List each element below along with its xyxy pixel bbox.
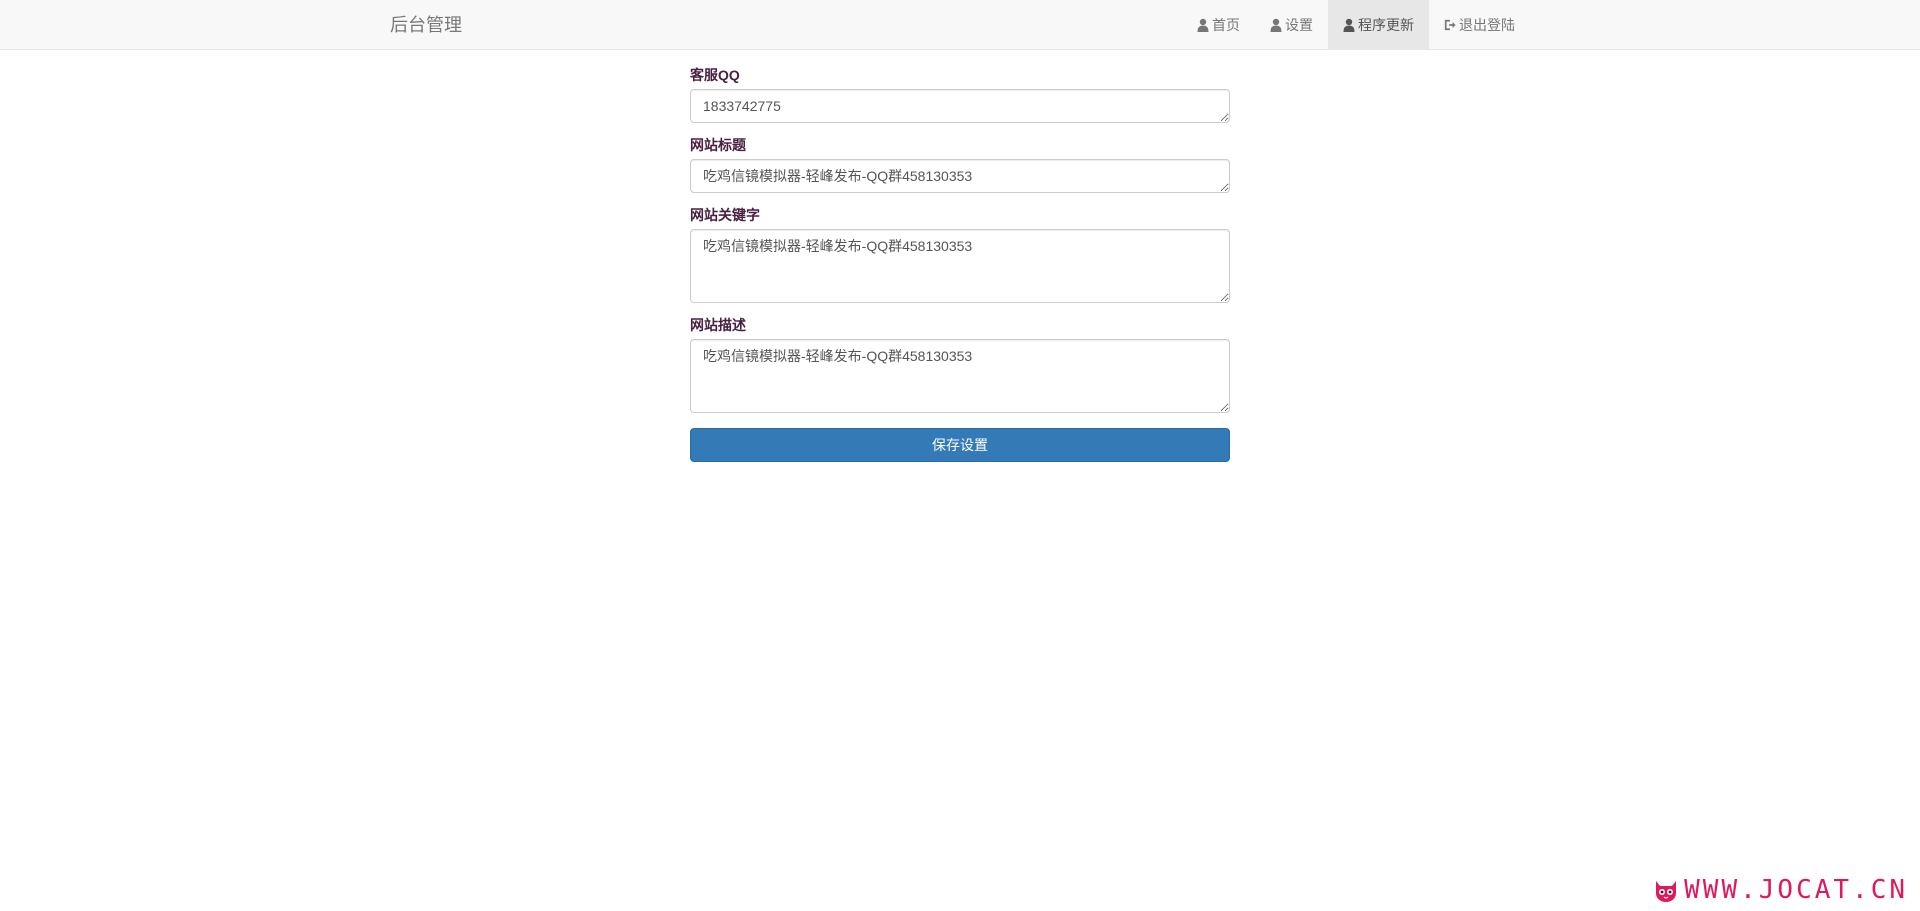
- watermark: WWW.JOCAT.CN: [1652, 875, 1908, 905]
- watermark-text: WWW.JOCAT.CN: [1684, 875, 1908, 905]
- site-title-label: 网站标题: [690, 137, 746, 153]
- form-group-description: 网站描述 吃鸡信镜模拟器-轻峰发布-QQ群458130353: [690, 318, 1230, 413]
- nav-item-update[interactable]: 程序更新: [1328, 0, 1429, 50]
- form-group-title: 网站标题 吃鸡信镜模拟器-轻峰发布-QQ群458130353: [690, 138, 1230, 193]
- brand-title[interactable]: 后台管理: [390, 0, 462, 50]
- site-description-label: 网站描述: [690, 317, 746, 333]
- site-title-field[interactable]: 吃鸡信镜模拟器-轻峰发布-QQ群458130353: [690, 159, 1230, 193]
- logout-icon: [1444, 19, 1456, 31]
- user-icon: [1197, 18, 1209, 32]
- site-description-field[interactable]: 吃鸡信镜模拟器-轻峰发布-QQ群458130353: [690, 339, 1230, 413]
- site-keywords-field[interactable]: 吃鸡信镜模拟器-轻峰发布-QQ群458130353: [690, 229, 1230, 303]
- qq-field[interactable]: 1833742775: [690, 89, 1230, 123]
- site-keywords-label: 网站关键字: [690, 207, 760, 223]
- nav-item-label: 程序更新: [1358, 17, 1414, 33]
- nav-item-label: 退出登陆: [1459, 17, 1515, 33]
- nav-item-label: 设置: [1285, 17, 1313, 33]
- nav-item-logout[interactable]: 退出登陆: [1429, 0, 1530, 50]
- nav-item-home[interactable]: 首页: [1182, 0, 1255, 50]
- save-button[interactable]: 保存设置: [690, 428, 1230, 462]
- top-navbar: 后台管理 首页 设置 程序更新 退出登陆: [0, 0, 1920, 50]
- form-group-keywords: 网站关键字 吃鸡信镜模拟器-轻峰发布-QQ群458130353: [690, 208, 1230, 303]
- form-group-qq: 客服QQ 1833742775: [690, 68, 1230, 123]
- cat-logo-icon: [1656, 881, 1677, 902]
- qq-label: 客服QQ: [690, 67, 740, 83]
- settings-form: 客服QQ 1833742775 网站标题 吃鸡信镜模拟器-轻峰发布-QQ群458…: [690, 68, 1230, 462]
- user-icon: [1343, 18, 1355, 32]
- nav-menu: 首页 设置 程序更新 退出登陆: [1182, 0, 1530, 50]
- nav-item-label: 首页: [1212, 17, 1240, 33]
- user-icon: [1270, 18, 1282, 32]
- nav-item-settings[interactable]: 设置: [1255, 0, 1328, 50]
